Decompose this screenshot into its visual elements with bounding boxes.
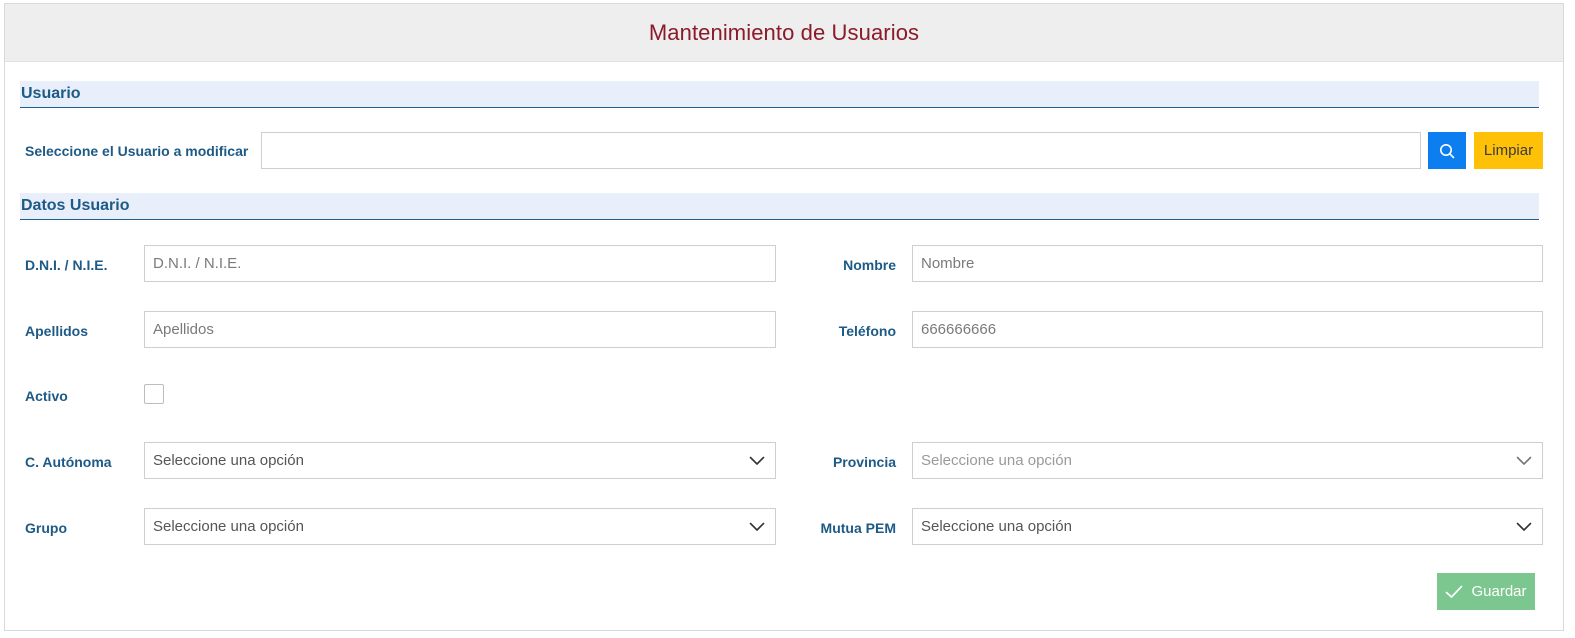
autonoma-select[interactable]: Seleccione una opción bbox=[144, 442, 776, 479]
section-header-usuario: Usuario bbox=[20, 81, 1539, 108]
telefono-label: Teléfono bbox=[838, 323, 896, 339]
grupo-select[interactable]: Seleccione una opción bbox=[144, 508, 776, 545]
clear-button[interactable]: Limpiar bbox=[1474, 132, 1543, 169]
grupo-select-value: Seleccione una opción bbox=[153, 518, 304, 535]
provincia-select[interactable]: Seleccione una opción bbox=[912, 442, 1543, 479]
user-search-input[interactable] bbox=[261, 132, 1421, 169]
check-icon bbox=[1446, 585, 1463, 598]
apellidos-input[interactable] bbox=[144, 311, 776, 348]
save-button-label: Guardar bbox=[1471, 583, 1527, 600]
activo-label: Activo bbox=[25, 388, 68, 404]
activo-checkbox[interactable] bbox=[144, 384, 164, 404]
dni-label: D.N.I. / N.I.E. bbox=[25, 257, 108, 273]
chevron-down-icon bbox=[749, 453, 765, 469]
select-user-label: Seleccione el Usuario a modificar bbox=[25, 143, 249, 159]
save-button[interactable]: Guardar bbox=[1437, 573, 1535, 610]
provincia-label: Provincia bbox=[832, 454, 896, 470]
chevron-down-icon bbox=[1516, 453, 1532, 469]
panel-header: Mantenimiento de Usuarios bbox=[5, 4, 1563, 62]
section-title-datos-usuario: Datos Usuario bbox=[21, 197, 130, 214]
mutua-select[interactable]: Seleccione una opción bbox=[912, 508, 1543, 545]
mutua-select-value: Seleccione una opción bbox=[921, 518, 1072, 535]
nombre-label: Nombre bbox=[843, 257, 896, 273]
grupo-label: Grupo bbox=[25, 520, 67, 536]
section-title-usuario: Usuario bbox=[21, 85, 81, 102]
mutua-label: Mutua PEM bbox=[820, 520, 896, 536]
chevron-down-icon bbox=[749, 519, 765, 535]
page-title: Mantenimiento de Usuarios bbox=[648, 19, 920, 45]
autonoma-select-value: Seleccione una opción bbox=[153, 452, 304, 469]
section-header-datos-usuario: Datos Usuario bbox=[20, 193, 1539, 220]
provincia-select-value: Seleccione una opción bbox=[921, 452, 1072, 469]
telefono-input[interactable] bbox=[912, 311, 1543, 348]
autonoma-label: C. Autónoma bbox=[25, 454, 112, 470]
apellidos-label: Apellidos bbox=[25, 323, 89, 339]
search-button[interactable] bbox=[1428, 132, 1466, 169]
search-icon bbox=[1440, 143, 1455, 158]
dni-input[interactable] bbox=[144, 245, 776, 282]
nombre-input[interactable] bbox=[912, 245, 1543, 282]
chevron-down-icon bbox=[1516, 519, 1532, 535]
